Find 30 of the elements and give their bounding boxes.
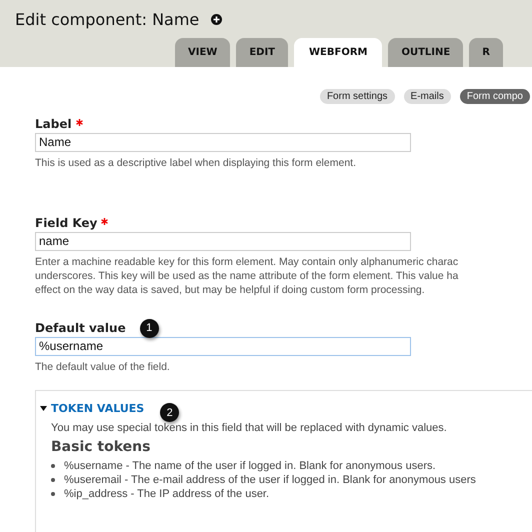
tab[interactable]: OUTLINE	[388, 38, 464, 67]
field-label: Label	[35, 117, 72, 131]
field-description: The default value of the field.	[35, 360, 171, 374]
text-input-field[interactable]: Name	[35, 133, 411, 152]
secondary-tab[interactable]: Form settings	[320, 89, 395, 104]
tab[interactable]: VIEW	[175, 38, 230, 67]
token-intro-text: You may use special tokens in this field that will be replaced with dynamic values.	[51, 422, 448, 434]
field-description: Enter a machine readable key for this form element. May contain only alphanumeric charac	[35, 255, 460, 269]
text-input-field[interactable]: name	[35, 232, 411, 251]
tab[interactable]: WEBFORM	[294, 38, 382, 67]
field-description: underscores. This key will be used as the name attribute of the form element. This value ha	[35, 269, 460, 283]
field-description: This is used as a descriptive label when displaying this form element.	[35, 156, 357, 170]
secondary-tab[interactable]: Form compo	[460, 89, 530, 104]
callout-badge: 2	[160, 403, 180, 422]
token-values-toggle[interactable]: TOKEN VALUES	[40, 402, 144, 415]
page-title: Edit component: Name	[15, 10, 200, 29]
add-shortcut-icon[interactable]	[211, 14, 222, 25]
collapse-triangle-icon	[40, 406, 47, 411]
secondary-tab[interactable]: E-mails	[404, 89, 451, 104]
tab[interactable]: EDIT	[236, 38, 288, 67]
token-description: %useremail - The e-mail address of the user if logged in. Blank for anonymous users	[64, 473, 476, 487]
field-description: effect on the way data is saved, but may be helpful if doing custom form processing.	[35, 283, 426, 297]
text-input-field[interactable]: %username	[35, 337, 411, 356]
tab[interactable]: R	[469, 38, 503, 67]
token-description: %ip_address - The IP address of the user.	[64, 487, 270, 501]
section-heading: Basic tokens	[51, 439, 152, 455]
token-description: %username - The name of the user if logged in. Blank for anonymous users.	[64, 459, 436, 473]
field-label: Default value	[35, 321, 126, 335]
callout-badge: 1	[140, 318, 159, 338]
field-label: Field Key	[35, 216, 98, 230]
